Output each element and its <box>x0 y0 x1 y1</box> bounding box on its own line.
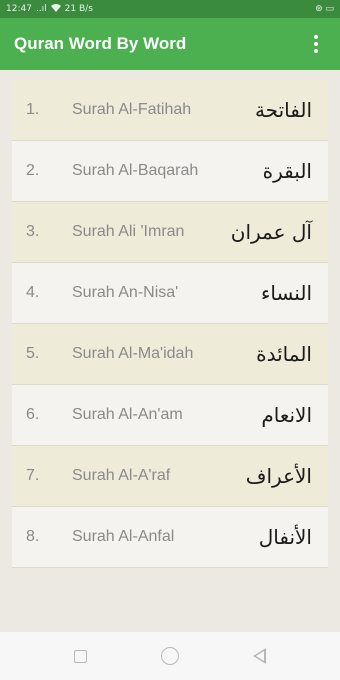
surah-name: Surah Al-Fatihah <box>72 101 192 118</box>
surah-row[interactable]: 2. Surah Al-Baqarah البقرة <box>12 141 328 202</box>
surah-arabic-name: الأعراف <box>245 464 312 488</box>
surah-row[interactable]: 3. Surah Ali 'Imran آل عمران <box>12 202 328 263</box>
recents-icon[interactable] <box>74 649 87 663</box>
surah-row[interactable]: 1. Surah Al-Fatihah الفاتحة <box>12 80 328 141</box>
surah-name: Surah Al-Baqarah <box>72 162 199 179</box>
home-icon[interactable] <box>161 647 179 665</box>
surah-arabic-name: الفاتحة <box>254 98 312 122</box>
surah-name: Surah Al-Anfal <box>72 528 175 545</box>
surah-list[interactable]: 1. Surah Al-Fatihah الفاتحة 2. Surah Al-Baqa… <box>12 80 328 584</box>
surah-arabic-name: البقرة <box>262 159 312 183</box>
surah-name: Surah Al-A'raf <box>72 467 171 484</box>
surah-number: 4. <box>26 284 40 301</box>
surah-name: Surah Al-An'am <box>72 406 183 423</box>
surah-arabic-name: آل عمران <box>230 220 312 244</box>
app-title: Quran Word By Word <box>14 34 187 53</box>
surah-number: 8. <box>26 528 40 545</box>
navigation-bar <box>0 632 340 680</box>
status-left: 12:47 ..ıl 21 B/s <box>6 3 93 15</box>
app-bar: Quran Word By Word <box>0 18 340 70</box>
surah-row[interactable]: 8. Surah Al-Anfal الأنفال <box>12 507 328 568</box>
surah-number: 7. <box>26 467 40 484</box>
surah-arabic-name: الأنفال <box>258 525 312 549</box>
network-speed: 21 B/s <box>64 4 93 14</box>
surah-arabic-name: الانعام <box>261 403 312 427</box>
back-icon[interactable] <box>253 648 266 664</box>
status-right: ⊛ ▭ <box>315 4 334 14</box>
surah-row[interactable]: 7. Surah Al-A'raf الأعراف <box>12 446 328 507</box>
surah-arabic-name: المائدة <box>256 342 312 366</box>
surah-row[interactable]: 6. Surah Al-An'am الانعام <box>12 385 328 446</box>
surah-number: 1. <box>26 101 40 118</box>
surah-row[interactable]: 5. Surah Al-Ma'idah المائدة <box>12 324 328 385</box>
surah-row[interactable]: 4. Surah An-Nisa' النساء <box>12 263 328 324</box>
surah-number: 3. <box>26 223 40 240</box>
status-bar: 12:47 ..ıl 21 B/s ⊛ ▭ <box>0 0 340 18</box>
surah-name: Surah An-Nisa' <box>72 284 179 301</box>
signal-icon: ..ıl <box>35 4 47 14</box>
surah-arabic-name: النساء <box>260 281 312 305</box>
surah-name: Surah Al-Ma'idah <box>72 345 194 362</box>
overflow-menu-icon[interactable] <box>306 34 326 54</box>
status-time: 12:47 <box>6 4 32 14</box>
surah-number: 5. <box>26 345 40 362</box>
surah-name: Surah Ali 'Imran <box>72 223 185 240</box>
status-right-icons: ⊛ ▭ <box>315 4 334 14</box>
wifi-icon <box>50 3 61 15</box>
surah-number: 6. <box>26 406 40 423</box>
surah-number: 2. <box>26 162 40 179</box>
